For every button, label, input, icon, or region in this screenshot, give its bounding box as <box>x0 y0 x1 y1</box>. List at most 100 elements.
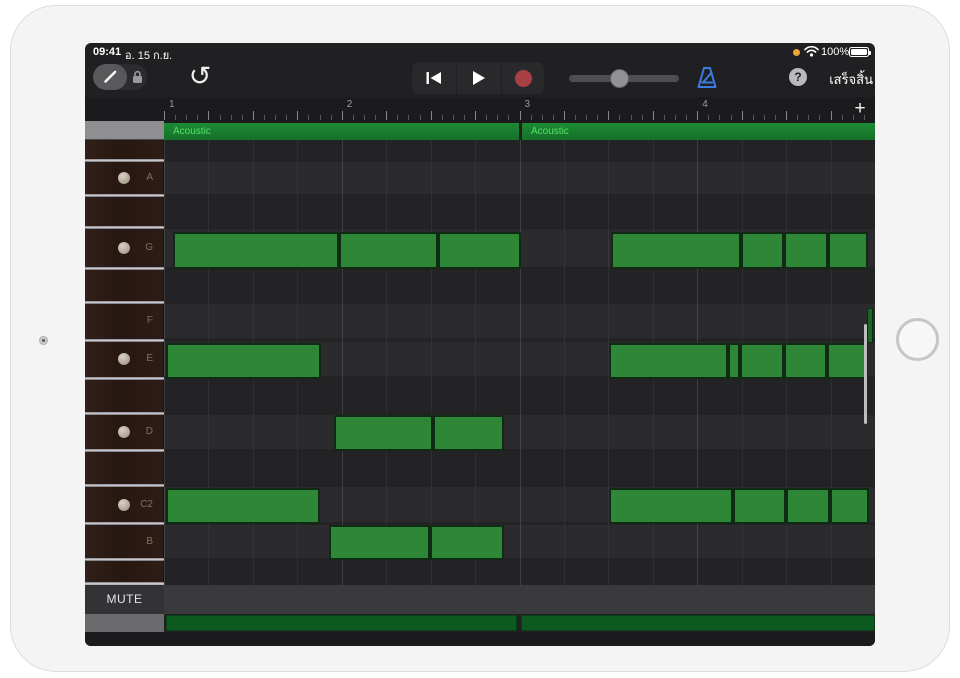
ruler-tick <box>297 111 298 120</box>
ruler-tick <box>553 115 554 120</box>
ruler-tick <box>842 115 843 120</box>
ruler-tick <box>431 111 432 120</box>
region-label: Acoustic <box>531 126 569 137</box>
ruler-tick <box>175 115 176 120</box>
note-C2[interactable] <box>786 488 830 524</box>
ruler-tick <box>786 111 787 120</box>
home-button[interactable] <box>896 318 939 361</box>
screenshot-stage: 09:41 อ. 15 ก.ย. 100% <box>0 0 960 678</box>
fret-bar <box>85 412 164 416</box>
ruler-tick <box>486 115 487 120</box>
track-overview-strip[interactable] <box>166 615 517 631</box>
region-header[interactable]: Acoustic <box>522 123 875 140</box>
string-label-B: B <box>85 536 153 547</box>
fretboard-column[interactable]: AGFEDC2B <box>85 140 164 585</box>
orange-indicator-dot <box>793 49 800 56</box>
lock-segment[interactable] <box>127 64 147 90</box>
play-icon <box>472 70 486 86</box>
metronome-button[interactable] <box>694 65 720 91</box>
ruler-tick <box>708 115 709 120</box>
ruler-tick <box>753 115 754 120</box>
track-overview-strip[interactable] <box>521 615 875 631</box>
ruler-tick <box>719 115 720 120</box>
mute-button[interactable]: MUTE <box>85 585 164 614</box>
ruler-tick <box>308 115 309 120</box>
grid-beat-line <box>564 140 565 585</box>
slider-thumb[interactable] <box>610 69 629 88</box>
timeline-ruler[interactable]: 1234 <box>85 97 875 123</box>
ruler-tick <box>464 115 465 120</box>
volume-slider[interactable] <box>569 66 679 90</box>
help-button[interactable]: ? <box>789 68 807 86</box>
ruler-tick <box>331 115 332 120</box>
corner-box <box>85 121 164 140</box>
bottom-background <box>85 632 875 646</box>
metronome-icon <box>694 65 720 91</box>
note-E[interactable] <box>740 343 784 379</box>
pencil-segment[interactable] <box>93 64 127 90</box>
fret-bar <box>85 339 164 343</box>
ruler-tick <box>197 115 198 120</box>
record-button[interactable] <box>502 62 544 94</box>
ruler-tick <box>675 115 676 120</box>
note-C2[interactable] <box>830 488 869 524</box>
fret-bar <box>85 522 164 526</box>
note-edge-sliver[interactable] <box>867 308 873 343</box>
region-header[interactable]: Acoustic <box>164 123 519 140</box>
done-button[interactable]: เสร็จสิ้น <box>811 69 873 90</box>
note-G[interactable] <box>828 232 868 269</box>
note-B[interactable] <box>329 525 430 560</box>
play-button[interactable] <box>457 62 501 94</box>
vertical-scrollbar[interactable] <box>864 324 867 424</box>
note-G[interactable] <box>741 232 784 269</box>
ruler-tick <box>597 115 598 120</box>
ruler-tick <box>353 115 354 120</box>
ruler-tick <box>531 115 532 120</box>
note-C2[interactable] <box>733 488 786 524</box>
note-G[interactable] <box>784 232 828 269</box>
note-C2[interactable] <box>609 488 733 524</box>
ruler-tick <box>397 115 398 120</box>
lock-icon <box>131 70 144 84</box>
fret-bar <box>85 226 164 230</box>
note-B[interactable] <box>430 525 504 560</box>
battery-percent: 100% <box>821 46 849 58</box>
rewind-button[interactable] <box>412 62 456 94</box>
ruler-tick <box>508 115 509 120</box>
ruler-tick <box>320 115 321 120</box>
fret-bar <box>85 558 164 562</box>
note-C2[interactable] <box>166 488 320 524</box>
ruler-tick <box>264 115 265 120</box>
note-G[interactable] <box>438 232 521 269</box>
region-label: Acoustic <box>173 126 211 137</box>
bottom-corner-box <box>85 614 164 632</box>
grid-beat-line <box>342 140 343 585</box>
note-E[interactable] <box>784 343 827 379</box>
note-D[interactable] <box>433 415 504 451</box>
ruler-tick <box>653 111 654 120</box>
note-D[interactable] <box>334 415 433 451</box>
ruler-tick <box>542 115 543 120</box>
note-E[interactable] <box>728 343 740 379</box>
note-E[interactable] <box>609 343 728 379</box>
note-G[interactable] <box>339 232 438 269</box>
ruler-tick <box>586 115 587 120</box>
note-E[interactable] <box>827 343 868 379</box>
ruler-tick <box>453 115 454 120</box>
battery-icon <box>849 47 869 57</box>
status-bar: 09:41 อ. 15 ก.ย. 100% <box>85 43 875 61</box>
ruler-tick <box>742 111 743 120</box>
note-G[interactable] <box>611 232 741 269</box>
grid-beat-line <box>475 140 476 585</box>
note-G[interactable] <box>173 232 339 269</box>
fret-bar <box>85 377 164 381</box>
ruler-tick <box>686 115 687 120</box>
edit-mode-toggle[interactable] <box>93 64 147 90</box>
note-E[interactable] <box>166 343 321 379</box>
undo-button[interactable]: ↺ <box>185 61 215 93</box>
ruler-tick <box>242 115 243 120</box>
ruler-measure-number: 1 <box>169 99 175 110</box>
string-label-D: D <box>85 426 153 437</box>
front-camera <box>39 336 48 345</box>
add-section-button[interactable]: + <box>850 99 870 119</box>
